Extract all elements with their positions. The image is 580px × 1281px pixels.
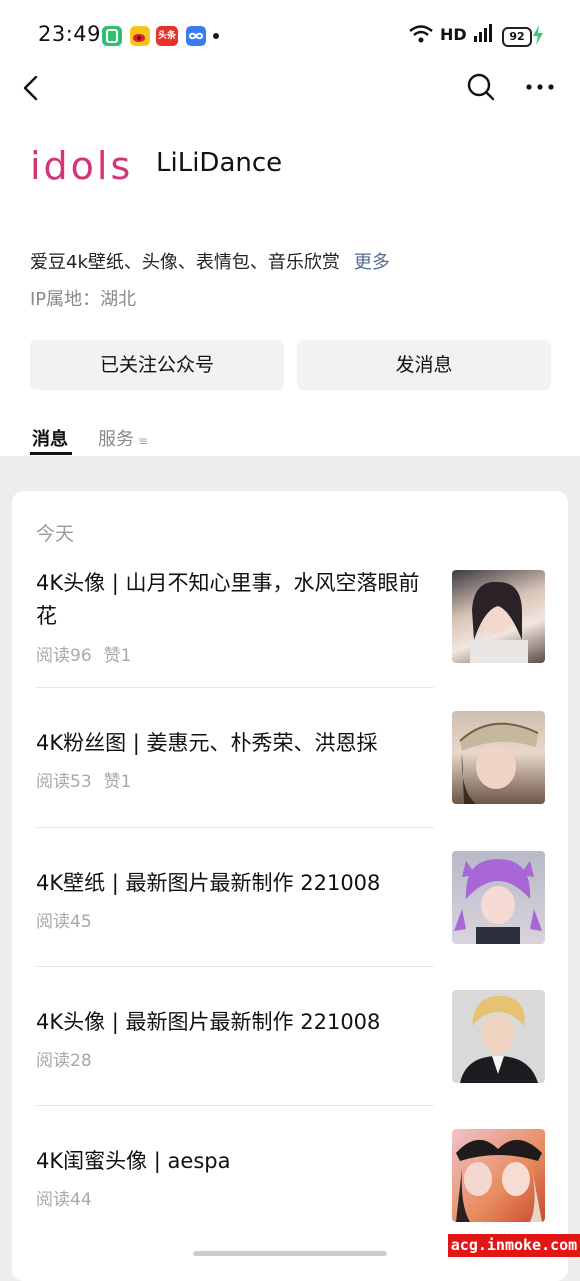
read-count: 阅读45: [36, 912, 92, 932]
read-count: 阅读28: [36, 1051, 92, 1071]
description-text: 爱豆4k壁纸、头像、表情包、音乐欣赏: [30, 252, 340, 273]
read-count: 阅读44: [36, 1190, 92, 1210]
divider: [36, 687, 434, 688]
divider: [36, 827, 434, 828]
article-feed: 今天 4K头像 | 山月不知心里事，水风空落眼前花 阅读96 赞1 4K粉丝图 |…: [12, 491, 568, 1281]
article-title[interactable]: 4K闺蜜头像 | aespa: [36, 1145, 432, 1178]
article-title[interactable]: 4K头像 | 山月不知心里事，水风空落眼前花: [36, 567, 432, 633]
menu-icon: ≡: [138, 434, 149, 448]
status-bar: 23:49 头条 HD 92: [0, 0, 580, 64]
status-time: 23:49: [38, 22, 102, 46]
wechat-work-icon: [102, 26, 122, 46]
home-indicator[interactable]: [193, 1251, 387, 1256]
account-header: 23:49 头条 HD 92 idols LiLiDance 爱豆4k壁纸、头像…: [0, 0, 580, 456]
article-thumbnail[interactable]: [452, 990, 545, 1083]
date-header: 今天: [36, 523, 75, 545]
active-tab-indicator: [30, 452, 72, 455]
account-name: LiLiDance: [156, 148, 283, 178]
article-thumbnail[interactable]: [452, 570, 545, 663]
article-stats: 阅读44: [36, 1185, 92, 1210]
more-link[interactable]: 更多: [354, 252, 390, 273]
article-stats: 阅读96 赞1: [36, 641, 131, 666]
divider: [36, 1105, 434, 1106]
tab-services-label: 服务: [98, 429, 134, 450]
svg-text:idols: idols: [30, 144, 132, 188]
read-count: 阅读96: [36, 646, 92, 666]
signal-icon: [474, 24, 492, 42]
article-title[interactable]: 4K壁纸 | 最新图片最新制作 221008: [36, 867, 432, 900]
divider: [36, 966, 434, 967]
notification-dot-icon: [213, 33, 219, 39]
charging-bolt-icon: [533, 25, 543, 45]
toutiao-icon: 头条: [156, 26, 178, 46]
account-description: 爱豆4k壁纸、头像、表情包、音乐欣赏 更多: [30, 248, 390, 274]
wifi-icon: [409, 25, 433, 43]
infinity-app-icon: [186, 26, 206, 46]
read-count: 阅读53: [36, 772, 92, 792]
watermark: acg.inmoke.com: [448, 1234, 580, 1257]
chevron-left-icon[interactable]: [20, 74, 44, 102]
article-stats: 阅读53 赞1: [36, 767, 131, 792]
tab-messages[interactable]: 消息: [32, 425, 68, 451]
weibo-icon: [130, 26, 150, 46]
like-count: 赞1: [103, 646, 132, 666]
ip-location: IP属地：湖北: [30, 289, 137, 310]
article-stats: 阅读45: [36, 907, 92, 932]
network-type-label: HD: [440, 25, 467, 44]
article-thumbnail[interactable]: [452, 851, 545, 944]
like-count: 赞1: [103, 772, 132, 792]
battery-level: 92: [502, 27, 532, 47]
article-thumbnail[interactable]: [452, 711, 545, 804]
article-thumbnail[interactable]: [452, 1129, 545, 1222]
followed-button[interactable]: 已关注公众号: [30, 340, 284, 390]
article-title[interactable]: 4K头像 | 最新图片最新制作 221008: [36, 1006, 432, 1039]
account-logo[interactable]: idols: [28, 143, 132, 189]
more-dots-icon[interactable]: [526, 82, 554, 92]
search-icon[interactable]: [466, 72, 496, 102]
article-stats: 阅读28: [36, 1046, 92, 1071]
send-message-button[interactable]: 发消息: [297, 340, 551, 390]
article-title[interactable]: 4K粉丝图 | 姜惠元、朴秀荣、洪恩採: [36, 727, 432, 760]
tab-services[interactable]: 服务 ≡: [98, 425, 148, 451]
